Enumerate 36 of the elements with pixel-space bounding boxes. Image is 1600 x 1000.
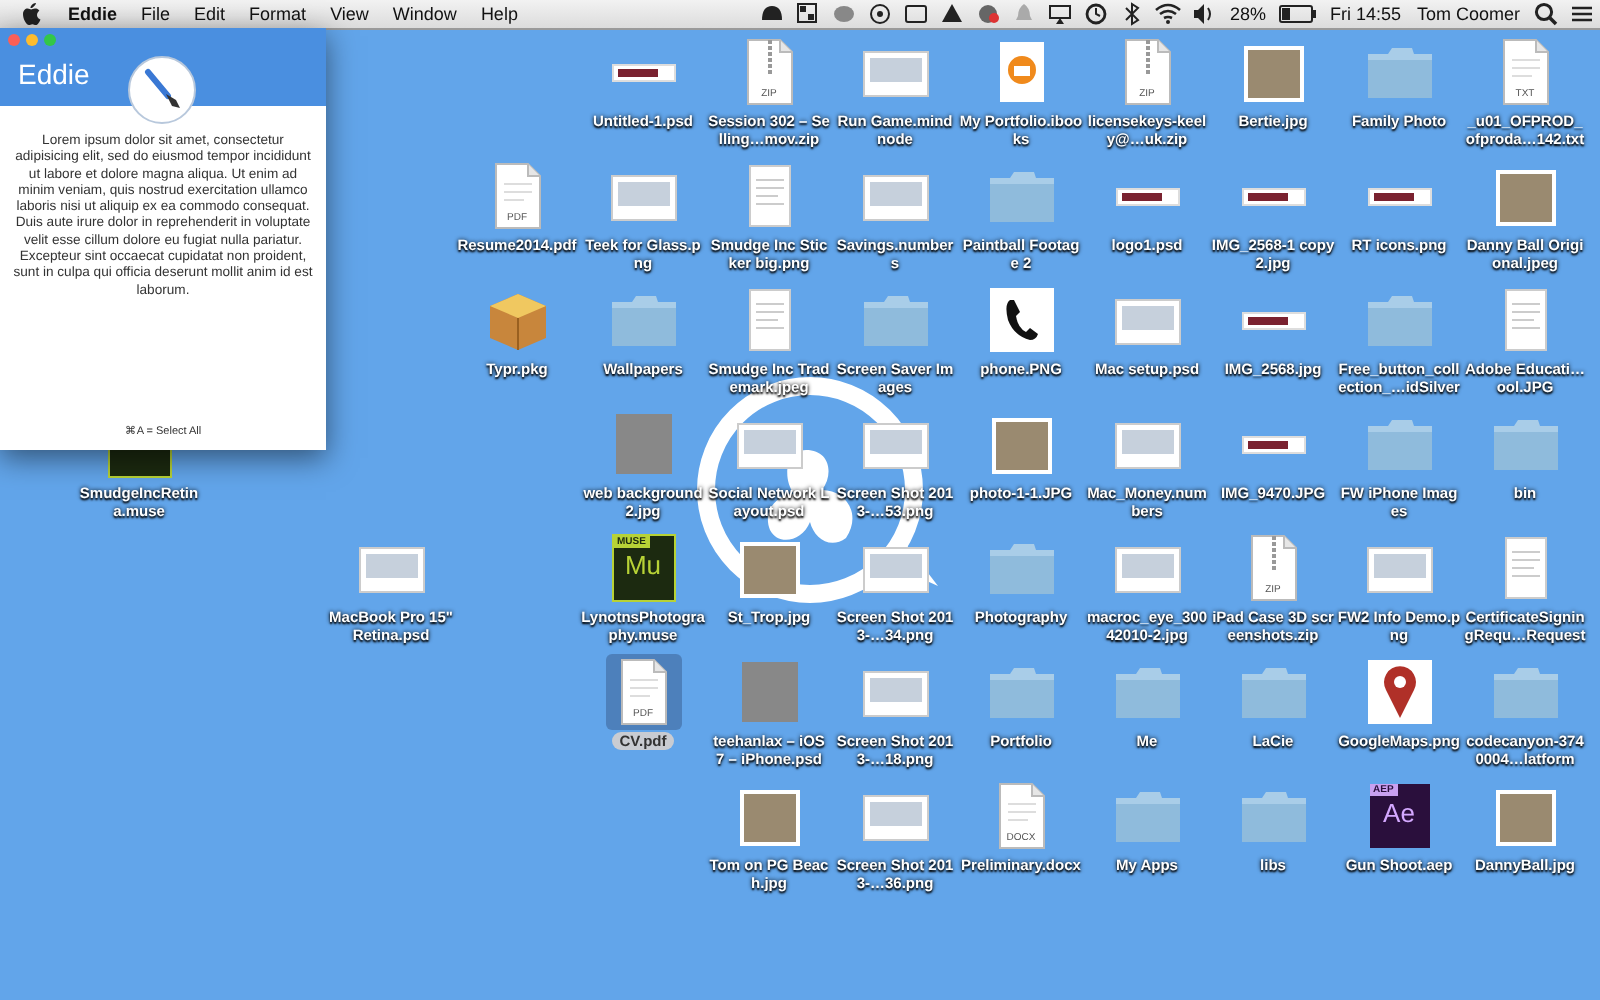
badge-icon [973, 0, 1002, 28]
user-name[interactable]: Tom Coomer [1408, 4, 1528, 24]
app-mark: Ae [1381, 798, 1417, 828]
airplay-icon [1045, 0, 1074, 28]
phone-icon [985, 286, 1057, 354]
menu-item[interactable]: File [129, 4, 183, 24]
app-menu[interactable]: Eddie [56, 4, 130, 24]
window-icon [901, 0, 930, 28]
image-thumbnail [1241, 187, 1305, 205]
image-thumbnail [1241, 435, 1305, 453]
wifi-icon [1153, 0, 1182, 28]
app-mark: Mu [622, 550, 664, 580]
battery-icon [1277, 0, 1318, 28]
menu-item[interactable]: Window [380, 4, 469, 24]
brush-icon [128, 56, 196, 124]
search-icon [1532, 0, 1560, 28]
close-button[interactable] [8, 34, 20, 46]
image-thumbnail [1241, 311, 1305, 329]
image-thumbnail [1367, 187, 1431, 205]
menu-item[interactable]: Help [468, 4, 530, 24]
battery-percentage: 28% [1227, 4, 1268, 24]
image-thumbnail [1115, 187, 1179, 205]
minimize-button[interactable] [26, 34, 38, 46]
window-title: Eddie [18, 58, 90, 90]
zoom-button[interactable] [44, 34, 56, 46]
grid-icon [793, 0, 822, 28]
triangle-icon [937, 0, 966, 28]
menu-item[interactable]: View [318, 4, 381, 24]
cloud-icon [829, 0, 858, 28]
circle-icon [865, 0, 894, 28]
menu-item[interactable]: Edit [182, 4, 238, 24]
map-pin-icon [1363, 658, 1435, 726]
clock[interactable]: Fri 14:55 [1321, 4, 1409, 24]
clock-icon [1081, 0, 1110, 28]
image-thumbnail [611, 63, 675, 81]
menu-item[interactable]: Format [237, 4, 319, 24]
